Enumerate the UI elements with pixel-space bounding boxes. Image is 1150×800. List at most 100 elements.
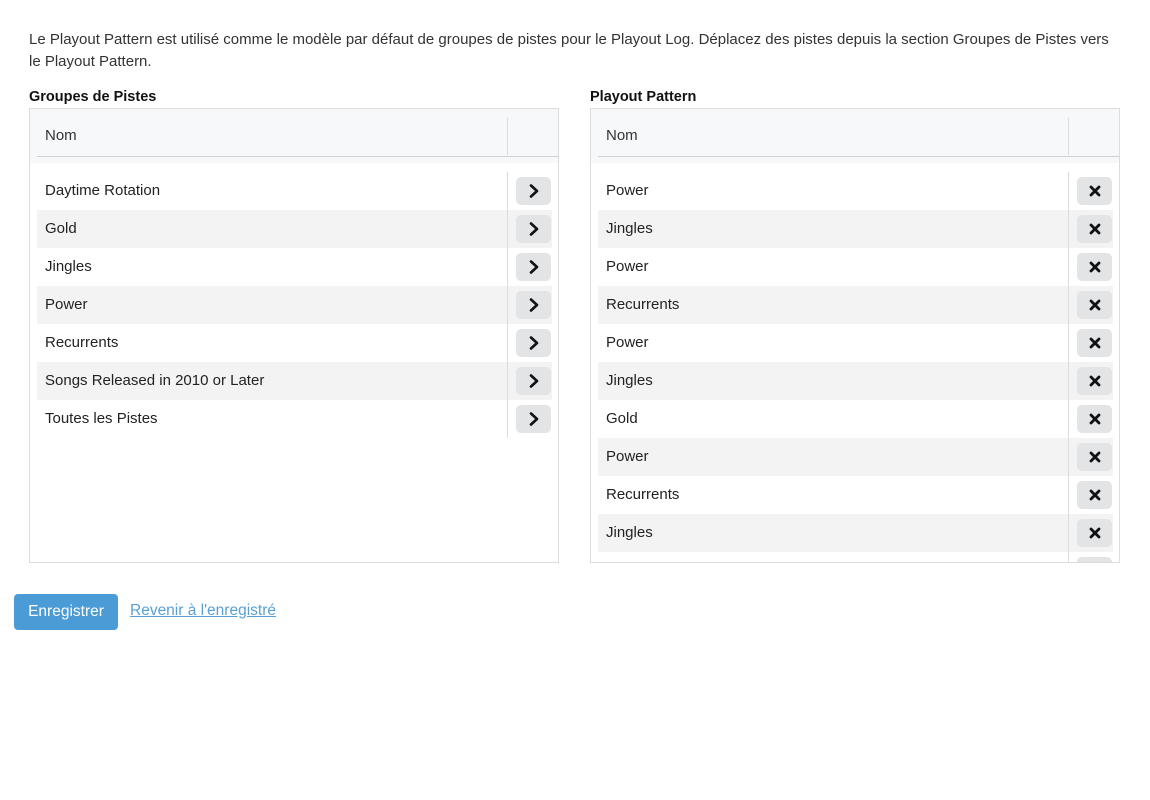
- list-item[interactable]: Jingles: [598, 362, 1113, 400]
- column-divider: [1068, 438, 1069, 476]
- track-groups-list: Daytime Rotation Gold Jingles Power Recurren…: [37, 172, 552, 438]
- list-item-label: Jingles: [606, 220, 653, 237]
- column-divider: [507, 362, 508, 400]
- revert-link[interactable]: Revenir à l'enregistré: [130, 602, 276, 620]
- list-item[interactable]: Gold: [37, 210, 552, 248]
- chevron-right-icon: [528, 374, 540, 388]
- add-to-pattern-button[interactable]: [516, 367, 551, 395]
- add-to-pattern-button[interactable]: [516, 253, 551, 281]
- add-to-pattern-button[interactable]: [516, 329, 551, 357]
- list-item[interactable]: Jingles: [37, 248, 552, 286]
- remove-x-icon: [1089, 185, 1101, 197]
- list-item[interactable]: Power: [598, 172, 1113, 210]
- list-item[interactable]: Songs Released in 2010 or Later: [37, 362, 552, 400]
- remove-x-icon: [1089, 261, 1101, 273]
- remove-from-pattern-button[interactable]: [1077, 329, 1112, 357]
- column-divider: [507, 248, 508, 286]
- list-item[interactable]: Power: [598, 248, 1113, 286]
- list-item[interactable]: Jingles: [598, 514, 1113, 552]
- playout-pattern-panel: Nom Power Jingles Power Recurrents Power Jing…: [590, 108, 1120, 563]
- remove-x-icon: [1089, 223, 1101, 235]
- column-divider: [1068, 172, 1069, 210]
- remove-from-pattern-button[interactable]: [1077, 481, 1112, 509]
- list-item-label: Power: [606, 258, 649, 275]
- list-item-label: Recurrents: [606, 296, 680, 313]
- column-divider: [1068, 286, 1069, 324]
- playout-pattern-list: Power Jingles Power Recurrents Power Jingles G…: [598, 172, 1113, 562]
- table-header: Nom: [591, 109, 1119, 163]
- list-item-label: Toutes les Pistes: [45, 410, 158, 427]
- list-item[interactable]: Power: [37, 286, 552, 324]
- remove-x-icon: [1089, 299, 1101, 311]
- list-item-label: Jingles: [606, 372, 653, 389]
- remove-from-pattern-button[interactable]: [1077, 367, 1112, 395]
- remove-x-icon: [1089, 337, 1101, 349]
- right-panel-title: Playout Pattern: [590, 89, 697, 105]
- remove-x-icon: [1089, 451, 1101, 463]
- remove-from-pattern-button[interactable]: [1077, 519, 1112, 547]
- remove-from-pattern-button[interactable]: [1077, 557, 1112, 562]
- track-groups-panel: Nom Daytime Rotation Gold Jingles Power Recu…: [29, 108, 559, 563]
- chevron-right-icon: [528, 222, 540, 236]
- column-divider: [1068, 552, 1069, 562]
- column-divider: [507, 324, 508, 362]
- column-divider: [507, 172, 508, 210]
- list-item-label: Jingles: [45, 258, 92, 275]
- column-header-name: Nom: [45, 127, 77, 144]
- left-panel-title: Groupes de Pistes: [29, 89, 157, 105]
- list-item[interactable]: Recurrents: [598, 476, 1113, 514]
- list-item[interactable]: Power: [598, 324, 1113, 362]
- list-item-label: Jingles: [606, 524, 653, 541]
- list-item[interactable]: Jingles: [598, 210, 1113, 248]
- column-divider: [507, 400, 508, 438]
- list-item-label: Songs Released in 2010 or Later: [45, 372, 265, 389]
- chevron-right-icon: [528, 260, 540, 274]
- list-item-label: Gold: [606, 410, 638, 427]
- chevron-right-icon: [528, 412, 540, 426]
- column-divider: [1068, 400, 1069, 438]
- column-divider: [1068, 514, 1069, 552]
- remove-from-pattern-button[interactable]: [1077, 253, 1112, 281]
- list-item-label: Power: [606, 182, 649, 199]
- remove-x-icon: [1089, 489, 1101, 501]
- list-item-label: Power: [606, 334, 649, 351]
- add-to-pattern-button[interactable]: [516, 215, 551, 243]
- remove-x-icon: [1089, 527, 1101, 539]
- column-divider: [507, 210, 508, 248]
- column-divider: [1068, 210, 1069, 248]
- chevron-right-icon: [528, 298, 540, 312]
- list-item[interactable]: Recurrents: [598, 286, 1113, 324]
- column-divider: [1068, 324, 1069, 362]
- save-button[interactable]: Enregistrer: [14, 594, 118, 630]
- remove-x-icon: [1089, 413, 1101, 425]
- remove-from-pattern-button[interactable]: [1077, 443, 1112, 471]
- chevron-right-icon: [528, 336, 540, 350]
- column-header-name: Nom: [606, 127, 638, 144]
- column-divider: [1068, 248, 1069, 286]
- add-to-pattern-button[interactable]: [516, 291, 551, 319]
- remove-from-pattern-button[interactable]: [1077, 405, 1112, 433]
- list-item[interactable]: Recurrents: [37, 324, 552, 362]
- add-to-pattern-button[interactable]: [516, 177, 551, 205]
- list-item-label: Daytime Rotation: [45, 182, 161, 199]
- list-item-label: Recurrents: [606, 486, 680, 503]
- remove-from-pattern-button[interactable]: [1077, 215, 1112, 243]
- list-item[interactable]: Daytime Rotation: [37, 172, 552, 210]
- remove-from-pattern-button[interactable]: [1077, 177, 1112, 205]
- remove-from-pattern-button[interactable]: [1077, 291, 1112, 319]
- list-item-label: Power: [606, 448, 649, 465]
- list-item-label: Power: [45, 296, 88, 313]
- column-divider: [507, 286, 508, 324]
- list-item-label: Gold: [45, 220, 77, 237]
- list-item[interactable]: Toutes les Pistes: [37, 400, 552, 438]
- intro-text: Le Playout Pattern est utilisé comme le …: [29, 31, 1109, 70]
- column-divider: [507, 118, 508, 155]
- column-divider: [1068, 362, 1069, 400]
- list-item[interactable]: [598, 552, 1113, 562]
- remove-x-icon: [1089, 375, 1101, 387]
- add-to-pattern-button[interactable]: [516, 405, 551, 433]
- column-divider: [1068, 476, 1069, 514]
- list-item[interactable]: Power: [598, 438, 1113, 476]
- column-divider: [1068, 118, 1069, 155]
- list-item[interactable]: Gold: [598, 400, 1113, 438]
